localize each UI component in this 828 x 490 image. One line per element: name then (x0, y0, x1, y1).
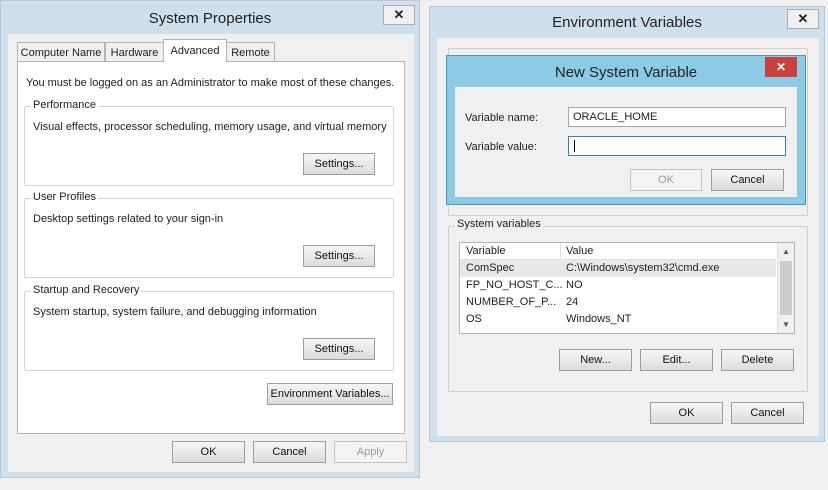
dialog-client-area: Variable name: Variable value: OK Cancel (455, 87, 797, 197)
startup-recovery-settings-button[interactable]: Settings... (303, 338, 375, 360)
ok-button[interactable]: OK (172, 441, 245, 463)
environment-variables-button[interactable]: Environment Variables... (267, 383, 393, 405)
system-variables-label: System variables (455, 218, 543, 230)
text-cursor (574, 140, 575, 152)
new-system-variable-dialog: New System Variable ✕ Variable name: Var… (446, 55, 806, 205)
close-button[interactable]: ✕ (383, 5, 415, 25)
cancel-button[interactable]: Cancel (253, 441, 326, 463)
cancel-button[interactable]: Cancel (731, 402, 804, 424)
scroll-up-icon[interactable]: ▲ (778, 243, 794, 260)
performance-title: Performance (31, 99, 98, 111)
variable-name-label: Variable name: (465, 112, 539, 124)
cancel-button[interactable]: Cancel (711, 169, 784, 191)
delete-variable-button[interactable]: Delete (721, 349, 794, 371)
apply-button[interactable]: Apply (334, 441, 407, 463)
startup-recovery-group: Startup and Recovery System startup, sys… (24, 284, 394, 371)
scroll-down-icon[interactable]: ▼ (778, 316, 794, 333)
user-profiles-settings-button[interactable]: Settings... (303, 245, 375, 267)
system-variables-group: System variables Variable Value ComSpec … (448, 218, 808, 392)
edit-variable-button[interactable]: Edit... (640, 349, 713, 371)
table-row[interactable]: OS Windows_NT (460, 311, 776, 328)
performance-description: Visual effects, processor scheduling, me… (33, 121, 387, 133)
admin-notice: You must be logged on as an Administrato… (26, 77, 395, 89)
tab-computer-name[interactable]: Computer Name (17, 42, 105, 62)
client-area: Computer Name Hardware Advanced Remote Y… (8, 34, 414, 472)
new-variable-button[interactable]: New... (559, 349, 632, 371)
ok-button[interactable]: OK (630, 169, 702, 191)
variable-name-input[interactable] (568, 107, 786, 127)
variable-value-label: Variable value: (465, 141, 537, 153)
tab-advanced[interactable]: Advanced (163, 39, 227, 62)
table-row[interactable]: NUMBER_OF_P... 24 (460, 294, 776, 311)
system-variables-table: Variable Value ComSpec C:\Windows\system… (459, 242, 795, 334)
column-header-value[interactable]: Value (566, 245, 593, 257)
table-header: Variable Value (460, 243, 776, 260)
startup-recovery-title: Startup and Recovery (31, 284, 142, 296)
ok-button[interactable]: OK (650, 402, 723, 424)
table-row[interactable]: ComSpec C:\Windows\system32\cmd.exe (460, 260, 776, 277)
close-icon: ✕ (775, 60, 787, 74)
performance-settings-button[interactable]: Settings... (303, 153, 375, 175)
scrollbar-thumb[interactable] (780, 261, 792, 315)
tab-hardware[interactable]: Hardware (105, 42, 164, 62)
window-title: Environment Variables (552, 14, 702, 31)
tab-remote[interactable]: Remote (226, 42, 275, 62)
close-icon: ✕ (393, 7, 405, 22)
close-button[interactable]: ✕ (765, 57, 797, 77)
startup-recovery-description: System startup, system failure, and debu… (33, 306, 317, 318)
performance-group: Performance Visual effects, processor sc… (24, 99, 394, 186)
vertical-scrollbar[interactable]: ▲ ▼ (777, 243, 794, 333)
system-properties-window: System Properties ✕ Computer Name Hardwa… (0, 0, 420, 478)
user-profiles-description: Desktop settings related to your sign-in (33, 213, 224, 225)
close-button[interactable]: ✕ (787, 9, 819, 29)
variable-value-input[interactable] (568, 136, 786, 156)
advanced-tab-page: You must be logged on as an Administrato… (17, 61, 405, 434)
column-header-variable[interactable]: Variable (466, 245, 506, 257)
user-profiles-title: User Profiles (31, 191, 98, 203)
window-title: System Properties (148, 10, 272, 27)
column-divider (560, 243, 561, 260)
user-profiles-group: User Profiles Desktop settings related t… (24, 191, 394, 278)
table-row[interactable]: FP_NO_HOST_C... NO (460, 277, 776, 294)
close-icon: ✕ (797, 11, 809, 26)
dialog-title: New System Variable (554, 64, 698, 81)
